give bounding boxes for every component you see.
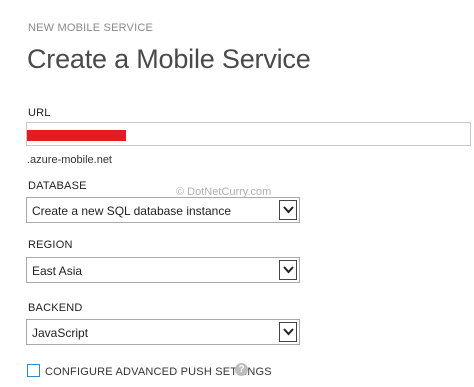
- database-label: DATABASE: [28, 180, 87, 192]
- region-select-value: East Asia: [32, 264, 83, 278]
- push-settings-checkbox[interactable]: [27, 364, 40, 377]
- backend-label: BACKEND: [28, 302, 83, 314]
- backend-select-value: JavaScript: [32, 326, 89, 340]
- redacted-url-value: [27, 130, 126, 141]
- page-title: Create a Mobile Service: [27, 44, 311, 74]
- chevron-down-icon[interactable]: [279, 260, 297, 280]
- url-input[interactable]: [26, 122, 471, 146]
- region-label: REGION: [28, 239, 73, 251]
- help-icon[interactable]: ?: [235, 363, 248, 376]
- url-suffix: .azure-mobile.net: [27, 154, 112, 166]
- backend-select[interactable]: JavaScript: [26, 319, 300, 345]
- database-select[interactable]: Create a new SQL database instance: [26, 197, 300, 223]
- chevron-down-icon[interactable]: [279, 200, 297, 220]
- region-select[interactable]: East Asia: [26, 257, 300, 283]
- dialog-supertitle: NEW MOBILE SERVICE: [28, 22, 154, 34]
- chevron-down-icon[interactable]: [279, 322, 297, 342]
- url-label: URL: [28, 107, 51, 119]
- database-select-value: Create a new SQL database instance: [32, 204, 232, 218]
